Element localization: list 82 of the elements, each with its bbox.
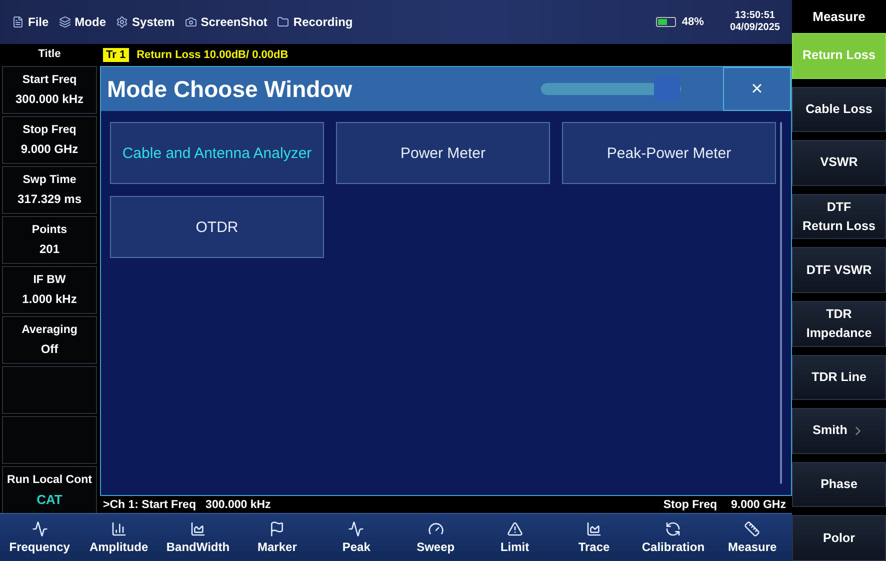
toolbar-button[interactable]: Limit (475, 521, 554, 554)
softkey-button[interactable]: TDR Line (792, 354, 886, 400)
toolbar-button[interactable]: Amplitude (79, 521, 158, 554)
menu-item[interactable]: System (132, 15, 175, 29)
stop-frequency-label: Stop Freq (663, 499, 718, 511)
flag-icon (269, 521, 286, 537)
toolbar-button[interactable]: Peak (316, 521, 396, 554)
battery-percent: 48% (682, 16, 704, 28)
parameter-label: Run Local Cont (7, 473, 92, 488)
trace-chart-icon (586, 521, 602, 537)
layers-icon (58, 16, 71, 28)
peak-icon (348, 521, 364, 537)
parameter-panel[interactable]: Run Local Cont CAT (2, 466, 97, 514)
mode-button[interactable]: Cable and Antenna Analyzer (110, 122, 324, 184)
mode-button[interactable]: OTDR (110, 196, 324, 258)
trace-badge: Tr 1 (103, 48, 129, 62)
parameter-value: Off (40, 341, 58, 358)
camera-icon (184, 16, 197, 28)
parameter-panel[interactable]: Start Freq 300.000 kHz (2, 66, 97, 114)
settings-icon (116, 16, 128, 28)
toolbar-button[interactable]: Calibration (634, 521, 713, 554)
parameter-label: Start Freq (22, 73, 77, 88)
ruler-icon (744, 521, 760, 537)
toolbar-button[interactable]: Frequency (0, 521, 80, 554)
scrollbar[interactable] (780, 122, 782, 484)
softkey-button[interactable]: DTF VSWR (792, 247, 886, 293)
parameter-panel[interactable] (2, 366, 97, 414)
document-icon (12, 16, 24, 28)
parameter-panel[interactable]: Swp Time 317.329 ms (2, 166, 97, 214)
trace-info: Return Loss 10.00dB/ 0.00dB (136, 49, 288, 61)
waveform-icon (32, 521, 48, 537)
toolbar-button[interactable]: Marker (238, 521, 317, 554)
softkey-menu-title: Measure (812, 8, 866, 26)
folder-icon (277, 16, 290, 28)
parameter-panel[interactable]: IF BW 1.000 kHz (2, 266, 97, 314)
parameter-label: Stop Freq (22, 123, 76, 138)
softkey-button[interactable]: VSWR (792, 140, 886, 186)
slider[interactable] (541, 77, 681, 101)
parameter-value: 317.329 ms (17, 191, 82, 208)
bar-chart-icon (110, 521, 127, 537)
toolbar-button[interactable]: Trace (554, 521, 634, 554)
toolbar-button[interactable]: Sweep (396, 521, 476, 554)
clock-date: 04/09/2025 (730, 22, 780, 34)
gauge-icon (428, 521, 444, 537)
start-frequency: >Ch 1: Start Freq 300.000 kHz (103, 499, 271, 511)
clock-time: 13:50:51 (734, 10, 775, 22)
parameter-panel[interactable]: Stop Freq 9.000 GHz (2, 116, 97, 164)
dialog-title: Mode Choose Window (107, 76, 354, 102)
battery-icon (656, 17, 676, 27)
menu-item[interactable]: Recording (293, 15, 353, 29)
warning-icon (506, 521, 523, 537)
softkey-button[interactable]: TDR Impedance (792, 300, 886, 347)
stop-frequency-value: 9.000 GHz (731, 499, 786, 511)
slider-thumb[interactable] (654, 77, 680, 101)
parameter-label: Swp Time (22, 173, 76, 188)
menu-item[interactable]: ScreenShot (200, 15, 268, 29)
toolbar-button[interactable]: Measure (712, 521, 792, 554)
parameter-label: Points (32, 223, 68, 238)
parameter-panel[interactable]: Averaging Off (2, 316, 97, 364)
parameter-label: Averaging (22, 323, 78, 338)
menu-item[interactable]: Mode (74, 15, 106, 29)
softkey-button[interactable]: Cable Loss (792, 86, 886, 132)
menu-item[interactable]: File (28, 15, 49, 29)
parameter-value: 300.000 kHz (15, 91, 84, 108)
refresh-icon (665, 521, 682, 537)
parameter-panel[interactable] (2, 416, 97, 464)
area-chart-icon (190, 521, 206, 537)
close-button[interactable]: × (723, 67, 791, 111)
panel-title: Title (37, 47, 62, 62)
parameter-value: 9.000 GHz (20, 141, 78, 158)
mode-button[interactable]: Peak-Power Meter (562, 122, 776, 184)
parameter-value: 201 (39, 241, 60, 258)
parameter-panel[interactable]: Points 201 (2, 216, 97, 264)
softkey-button[interactable]: Polor (792, 515, 886, 561)
parameter-value: 1.000 kHz (22, 291, 77, 308)
softkey-button[interactable]: DTF Return Loss (792, 194, 886, 240)
softkey-button[interactable]: Phase (792, 462, 886, 508)
toolbar-button[interactable]: BandWidth (158, 521, 238, 554)
softkey-button[interactable]: Smith (792, 408, 886, 454)
mode-button[interactable]: Power Meter (336, 122, 550, 184)
parameter-label: IF BW (33, 273, 66, 288)
parameter-value: CAT (36, 491, 62, 509)
